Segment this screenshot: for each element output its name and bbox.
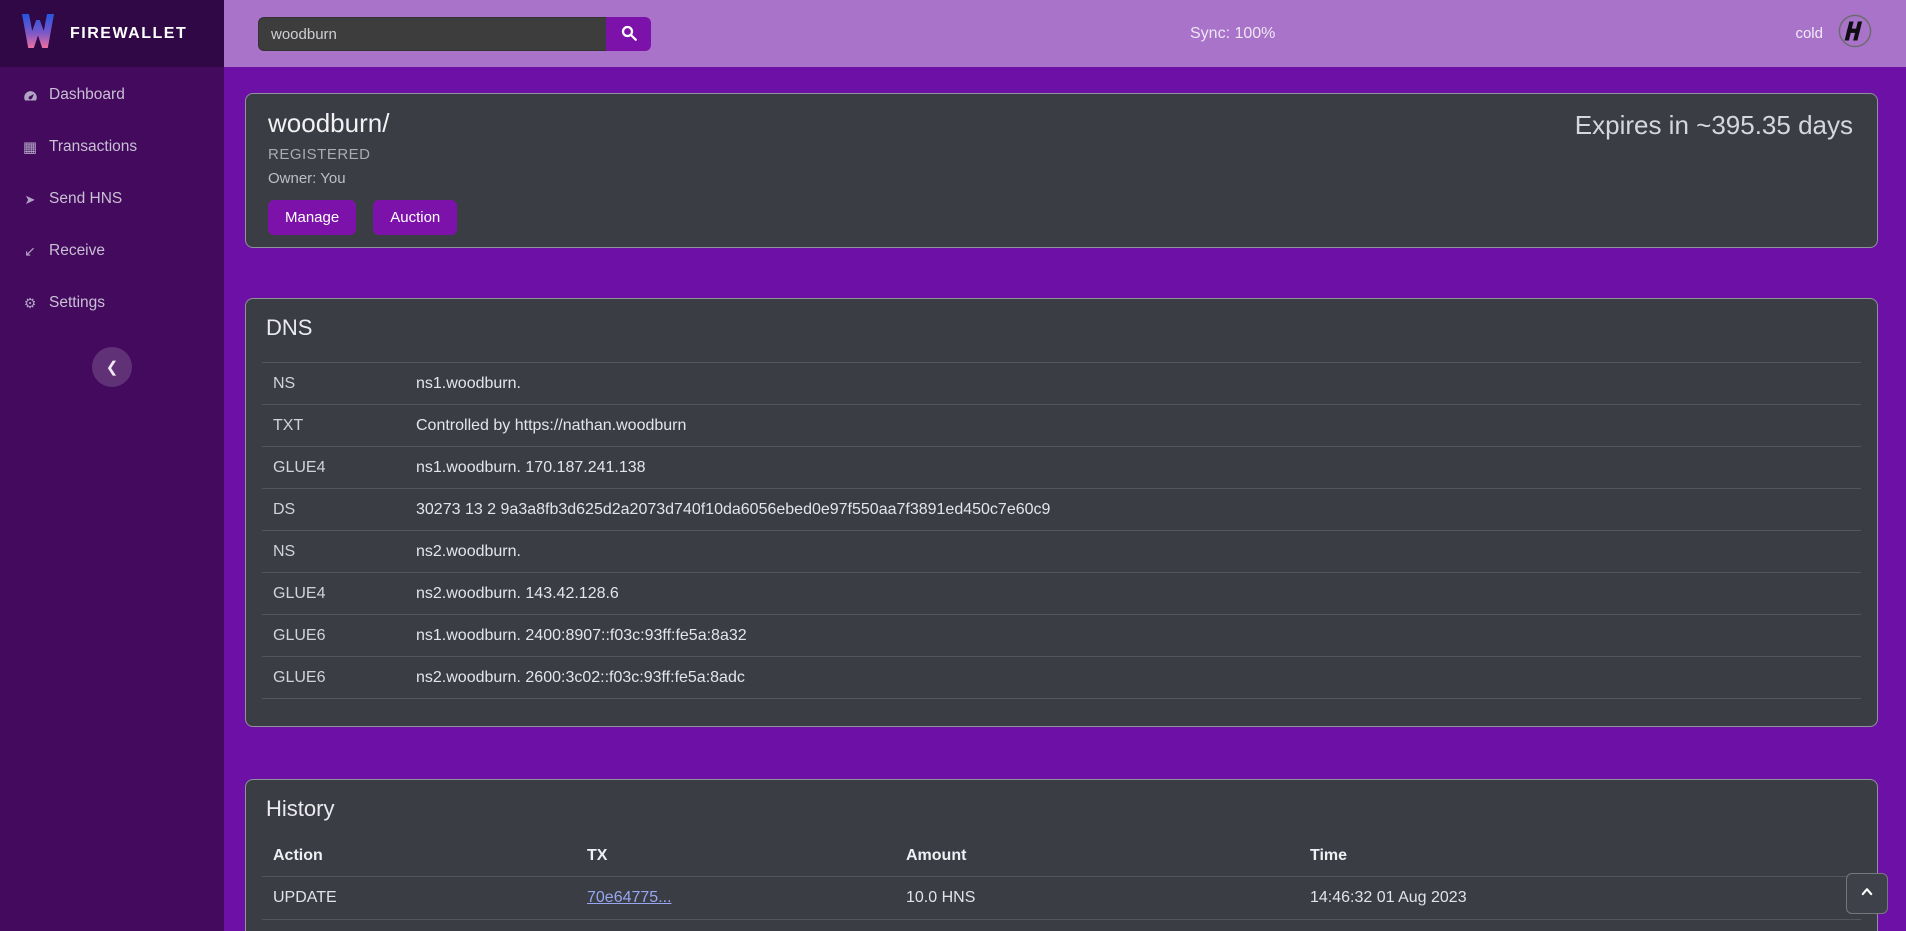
- search-input[interactable]: [258, 17, 606, 51]
- manage-button[interactable]: Manage: [268, 200, 356, 235]
- sidebar-item[interactable]: ⚙ Settings: [0, 277, 224, 329]
- domain-expires: Expires in ~395.35 days: [1575, 110, 1853, 141]
- history-table: Action TX Amount Time UPDATE 70e64775...…: [262, 836, 1861, 931]
- sidebar-item[interactable]: ↙ Receive: [0, 225, 224, 277]
- history-title: History: [266, 796, 1877, 822]
- sidebar: FIREWALLET Dashboard ▦ Transactions ➤ Se…: [0, 0, 224, 931]
- gear-icon: ⚙: [21, 296, 39, 310]
- topbar-right: cold: [1795, 0, 1873, 67]
- dns-record-row: GLUE4 ns2.woodburn. 143.42.128.6: [262, 573, 1861, 615]
- handshake-logo-icon: [1838, 14, 1872, 53]
- sidebar-item-label: Transactions: [49, 138, 137, 156]
- dns-record-value: ns1.woodburn.: [416, 375, 1861, 393]
- app-name: FIREWALLET: [70, 25, 187, 43]
- sidebar-item-label: Receive: [49, 242, 105, 260]
- firewallet-logo-icon: [18, 12, 58, 55]
- history-amount: 10.0 HNS: [906, 889, 1310, 907]
- sidebar-item-label: Settings: [49, 294, 105, 312]
- dns-table: NS ns1.woodburn. TXT Controlled by https…: [262, 362, 1861, 699]
- dns-record-row: GLUE6 ns2.woodburn. 2600:3c02::f03c:93ff…: [262, 657, 1861, 699]
- dns-record-type: NS: [273, 543, 416, 561]
- history-time: 14:46:32 01 Aug 2023: [1310, 889, 1861, 907]
- sidebar-collapse-button[interactable]: ❮: [92, 347, 132, 387]
- dns-record-type: GLUE6: [273, 669, 416, 687]
- sidebar-item-label: Send HNS: [49, 190, 122, 208]
- dns-record-value: Controlled by https://nathan.woodburn: [416, 417, 1861, 435]
- chevron-up-icon: [1860, 885, 1874, 902]
- dns-record-type: GLUE4: [273, 459, 416, 477]
- history-header-row: Action TX Amount Time: [262, 836, 1861, 877]
- history-col-amount: Amount: [906, 847, 1310, 865]
- dns-record-value: ns2.woodburn. 143.42.128.6: [416, 585, 1861, 603]
- auction-button[interactable]: Auction: [373, 200, 457, 235]
- topbar: Sync: 100% cold: [224, 0, 1906, 67]
- history-row: UPDATE 70e64775... 10.0 HNS 14:46:32 01 …: [262, 877, 1861, 920]
- history-rows: UPDATE 70e64775... 10.0 HNS 14:46:32 01 …: [262, 877, 1861, 931]
- search-button[interactable]: [606, 17, 651, 51]
- dns-record-value: ns1.woodburn. 2400:8907::f03c:93ff:fe5a:…: [416, 627, 1861, 645]
- dns-record-row: NS ns1.woodburn.: [262, 363, 1861, 405]
- sidebar-item[interactable]: ▦ Transactions: [0, 121, 224, 173]
- gauge-icon: [21, 88, 39, 103]
- history-row: RENEW d73c0e... 10.0 HNS 15:47:36 27 Jul…: [262, 920, 1861, 931]
- app-logo-header: FIREWALLET: [0, 0, 224, 67]
- paper-plane-icon: ➤: [21, 193, 39, 206]
- dns-record-value: ns1.woodburn. 170.187.241.138: [416, 459, 1861, 477]
- dns-record-type: DS: [273, 501, 416, 519]
- sidebar-item[interactable]: ➤ Send HNS: [0, 173, 224, 225]
- sync-status: Sync: 100%: [1190, 0, 1275, 67]
- history-card: History Action TX Amount Time UPDATE 70e…: [245, 779, 1878, 931]
- dns-record-row: NS ns2.woodburn.: [262, 531, 1861, 573]
- tx-link[interactable]: 70e64775...: [587, 889, 672, 906]
- search-group: [258, 17, 651, 51]
- chevron-left-icon: ❮: [106, 359, 119, 376]
- domain-card: woodburn/ REGISTERED Owner: You Manage A…: [245, 93, 1878, 248]
- domain-buttons: Manage Auction: [268, 200, 1855, 235]
- sidebar-item[interactable]: Dashboard: [0, 69, 224, 121]
- dns-record-value: ns2.woodburn.: [416, 543, 1861, 561]
- dns-title: DNS: [266, 315, 1877, 341]
- wallet-name-label: cold: [1795, 25, 1823, 42]
- domain-owner: Owner: You: [268, 170, 1855, 187]
- wallet-avatar[interactable]: [1837, 16, 1873, 52]
- dns-record-type: TXT: [273, 417, 416, 435]
- dns-record-row: DS 30273 13 2 9a3a8fb3d625d2a2073d740f10…: [262, 489, 1861, 531]
- scroll-to-top-button[interactable]: [1846, 873, 1888, 914]
- search-icon: [620, 24, 638, 45]
- dns-card: DNS NS ns1.woodburn. TXT Controlled by h…: [245, 298, 1878, 727]
- dns-record-row: GLUE6 ns1.woodburn. 2400:8907::f03c:93ff…: [262, 615, 1861, 657]
- history-col-time: Time: [1310, 847, 1861, 865]
- table-icon: ▦: [21, 140, 39, 155]
- dns-record-value: ns2.woodburn. 2600:3c02::f03c:93ff:fe5a:…: [416, 669, 1861, 687]
- arrow-down-left-icon: ↙: [21, 244, 39, 258]
- history-col-action: Action: [273, 847, 587, 865]
- dns-record-value: 30273 13 2 9a3a8fb3d625d2a2073d740f10da6…: [416, 501, 1861, 519]
- dns-record-row: GLUE4 ns1.woodburn. 170.187.241.138: [262, 447, 1861, 489]
- history-action: UPDATE: [273, 889, 587, 907]
- sidebar-item-label: Dashboard: [49, 86, 125, 104]
- dns-record-type: GLUE6: [273, 627, 416, 645]
- sidebar-nav: Dashboard ▦ Transactions ➤ Send HNS ↙ Re…: [0, 67, 224, 329]
- dns-record-type: NS: [273, 375, 416, 393]
- dns-record-row: TXT Controlled by https://nathan.woodbur…: [262, 405, 1861, 447]
- dns-record-type: GLUE4: [273, 585, 416, 603]
- domain-status: REGISTERED: [268, 146, 1855, 163]
- main-content: woodburn/ REGISTERED Owner: You Manage A…: [224, 67, 1906, 931]
- history-col-tx: TX: [587, 847, 906, 865]
